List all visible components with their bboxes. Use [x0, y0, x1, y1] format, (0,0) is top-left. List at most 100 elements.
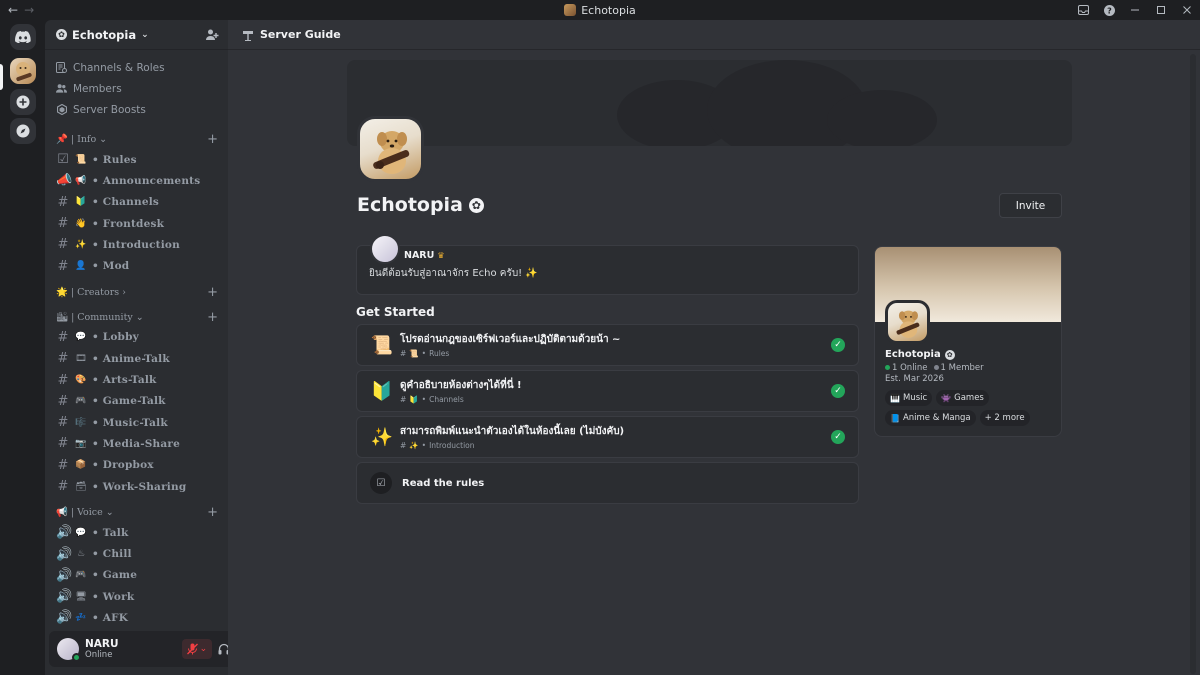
create-channel-icon[interactable]: + — [207, 311, 218, 324]
card-stats: 1 Online 1 Member — [885, 363, 984, 373]
channel-emoji: 🖥 — [75, 591, 87, 602]
avatar[interactable] — [57, 638, 81, 662]
card-server-name: Echotopia ✿ — [885, 349, 955, 360]
server-boosts-link[interactable]: Server Boosts — [45, 99, 228, 120]
category-voice[interactable]: 📢 | Voice ⌄ + — [45, 497, 228, 522]
hash-icon: # — [57, 351, 69, 367]
category-creators[interactable]: 🌟 | Creators › + — [45, 277, 228, 302]
mute-microphone-button[interactable]: ⌄ — [181, 639, 212, 659]
invite-people-icon[interactable] — [205, 28, 219, 42]
channel-media-share[interactable]: # 📷 • Media-Share — [45, 433, 228, 454]
channel-channels[interactable]: # 🔰 • Channels — [45, 192, 228, 213]
channel-emoji: 👋 — [75, 218, 87, 229]
hash-icon: # — [57, 216, 69, 232]
channel-sidebar: ✿ Echotopia ⌄ Channels & Roles Members S… — [45, 20, 268, 675]
inbox-icon[interactable] — [1070, 0, 1096, 20]
channel-emoji: 📷 — [75, 438, 87, 449]
channels-and-roles-link[interactable]: Channels & Roles — [45, 57, 228, 78]
hash-icon: # — [57, 258, 69, 274]
channel-mod[interactable]: # 👤 • Mod — [45, 255, 228, 276]
channel-emoji: 📜 — [409, 349, 419, 358]
bullet: • — [421, 349, 427, 358]
server-echotopia-icon[interactable] — [10, 58, 36, 84]
chevron-down-icon: ⌄ — [199, 644, 208, 654]
create-channel-icon[interactable]: + — [207, 286, 218, 299]
check-icon: ✓ — [831, 430, 845, 444]
channel-arts-talk[interactable]: # 🎨 • Arts-Talk — [45, 369, 228, 390]
maximize-icon[interactable] — [1148, 0, 1174, 20]
create-channel-icon[interactable]: + — [207, 506, 218, 519]
compass-icon — [16, 124, 30, 138]
tag-games[interactable]: 👾 Games — [936, 390, 989, 406]
add-server-button[interactable] — [10, 89, 36, 115]
read-rules-label: Read the rules — [402, 477, 485, 489]
channel-name: • Mod — [92, 260, 130, 273]
welcome-author: NARU ♛ — [404, 250, 445, 261]
server-title-text: Echotopia — [357, 194, 463, 216]
server-badge-icon: ✿ — [56, 29, 67, 40]
voice-channel-talk[interactable]: 🔊 💬 • Talk — [45, 522, 228, 543]
channel-emoji: 📦 — [75, 460, 87, 471]
channel-music-talk[interactable]: # 🎼 • Music-Talk — [45, 412, 228, 433]
pin-emoji-icon: 📌 — [56, 134, 68, 145]
channel-rules[interactable]: ☑ 📜 • Rules — [45, 149, 228, 170]
minimize-icon[interactable] — [1122, 0, 1148, 20]
channel-frontdesk[interactable]: # 👋 • Frontdesk — [45, 213, 228, 234]
online-dot — [885, 365, 890, 370]
main-content: Server Guide Echotopia ✿ Invite NARU ♛ ย… — [228, 20, 1200, 675]
channel-emoji: ✨ — [75, 239, 87, 250]
task-title: โปรดอ่านกฎของเซิร์ฟเวอร์และปฏิบัติตามด้ว… — [400, 334, 621, 345]
username: NARU — [85, 638, 119, 650]
category-community[interactable]: 🏙 | Community ⌄ + — [45, 302, 228, 327]
hash-icon: # — [57, 329, 69, 345]
create-channel-icon[interactable]: + — [207, 133, 218, 146]
channel-lobby[interactable]: # 💬 • Lobby — [45, 327, 228, 348]
title-bar: ← → Echotopia ? — [0, 0, 1200, 20]
channel-name: • Dropbox — [92, 459, 154, 472]
channel-introduction[interactable]: # ✨ • Introduction — [45, 234, 228, 255]
channel-name: • Media-Share — [92, 437, 180, 450]
channel-anime-talk[interactable]: # 🎞 • Anime-Talk — [45, 348, 228, 369]
hash-icon: # — [57, 393, 69, 409]
channel-work-sharing[interactable]: # 🗃 • Work-Sharing — [45, 476, 228, 497]
tag-more[interactable]: + 2 more — [979, 410, 1030, 426]
channel-name: • Work-Sharing — [92, 480, 187, 493]
channel-game-talk[interactable]: # 🎮 • Game-Talk — [45, 391, 228, 412]
channel-name: • Talk — [92, 526, 129, 539]
channel-name: • Channels — [92, 196, 160, 209]
tag-label: Music — [902, 393, 928, 403]
category-info[interactable]: 📌 | Info ⌄ + — [45, 124, 228, 149]
tag-anime-manga[interactable]: 📘 Anime & Manga — [885, 410, 976, 426]
speaker-icon: 🔊 — [56, 610, 73, 626]
discover-button[interactable] — [10, 118, 36, 144]
invite-button[interactable]: Invite — [999, 193, 1062, 218]
tag-label: Games — [954, 393, 984, 403]
voice-channel-game[interactable]: 🔊 🎮 • Game — [45, 565, 228, 586]
hash-icon: # — [57, 194, 69, 210]
members-link[interactable]: Members — [45, 78, 228, 99]
tag-music[interactable]: 🎹 Music — [885, 390, 933, 406]
close-icon[interactable] — [1174, 0, 1200, 20]
discord-home-button[interactable] — [10, 24, 36, 50]
channel-dropbox[interactable]: # 📦 • Dropbox — [45, 455, 228, 476]
task-channel: Introduction — [429, 441, 475, 450]
task-item[interactable]: ✨ สามารถพิมพ์แนะนำตัวเองได้ในห้องนี้เลย … — [356, 416, 859, 458]
forward-arrow-icon[interactable]: → — [24, 3, 34, 17]
hash-icon: # — [400, 395, 407, 404]
server-thumbnail-icon — [564, 4, 577, 16]
link-label: Members — [73, 82, 122, 95]
category-label: | Info — [70, 134, 97, 145]
voice-channel-afk[interactable]: 🔊 💤 • AFK — [45, 607, 228, 628]
scrollbar[interactable] — [1190, 54, 1196, 674]
help-icon[interactable]: ? — [1096, 0, 1122, 20]
megaphone-icon: 📣 — [56, 173, 73, 189]
voice-channel-work[interactable]: 🔊 🖥 • Work — [45, 586, 228, 607]
server-header[interactable]: ✿ Echotopia ⌄ — [45, 20, 228, 50]
voice-channel-chill[interactable]: 🔊 ♨ • Chill — [45, 543, 228, 564]
back-arrow-icon[interactable]: ← — [8, 3, 18, 17]
read-the-rules-button[interactable]: ☑ Read the rules — [356, 462, 859, 504]
task-item[interactable]: 🔰 ดูคำอธิบายห้องต่างๆได้ที่นี่ ! # 🔰 • Chan… — [356, 370, 859, 412]
task-item[interactable]: 📜 โปรดอ่านกฎของเซิร์ฟเวอร์และปฏิบัติตามด… — [356, 324, 859, 366]
beginner-emoji-icon: 🔰 — [370, 380, 394, 402]
channel-announcements[interactable]: 📣 📢 • Announcements — [45, 170, 228, 191]
